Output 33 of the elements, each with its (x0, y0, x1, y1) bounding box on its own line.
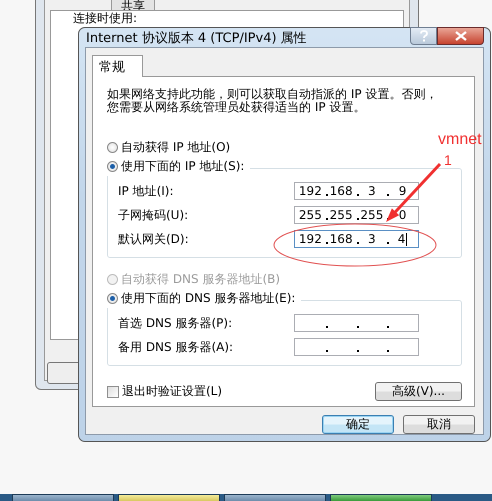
field-label: 默认网关(D): (118, 230, 190, 248)
description-text: 您需要从网络系统管理员处获得适当的 IP 设置。 (107, 101, 366, 114)
radio-button[interactable] (107, 161, 118, 172)
cancel-button[interactable]: 取消 (403, 415, 475, 434)
radio-label: 使用下面的 DNS 服务器地址(E): (121, 290, 296, 307)
help-icon (420, 30, 428, 42)
checkbox-label: 退出时验证设置(L) (122, 383, 222, 400)
tab[interactable]: 常规 (92, 55, 143, 77)
ip-field[interactable]: 192 168 3 4 (294, 230, 419, 248)
radio-label: 使用下面的 IP 地址(S): (121, 158, 244, 175)
ip-field[interactable]: 192 168 3 9 (294, 182, 419, 200)
window-title: Internet 协议版本 4 (TCP/IPv4) 属性 (86, 30, 307, 46)
label-text: 连接时使用: (73, 12, 138, 25)
ok-button[interactable]: 确定 (322, 415, 394, 434)
close-icon (454, 31, 466, 41)
checkbox[interactable] (107, 386, 119, 398)
help-button[interactable] (410, 27, 437, 45)
radio-button[interactable] (107, 142, 118, 153)
dns-field[interactable] (294, 314, 419, 332)
close-button[interactable] (437, 27, 484, 45)
radio-label: 自动获得 IP 地址(O) (121, 139, 230, 156)
annotation-text: 1 (444, 152, 452, 168)
field-label: 首选 DNS 服务器(P): (118, 314, 234, 332)
radio-label: 自动获得 DNS 服务器地址(B) (121, 271, 280, 288)
advanced-button[interactable]: 高级(V)... (375, 382, 462, 401)
field-label: 备用 DNS 服务器(A): (118, 338, 234, 356)
field-label: 子网掩码(U): (118, 206, 190, 224)
annotation-text: vmnet (438, 131, 482, 149)
ip-field[interactable]: 255 255 255 0 (294, 206, 419, 224)
dns-field[interactable] (294, 338, 419, 356)
description-text: 如果网络支持此功能，则可以获取自动指派的 IP 设置。否则， (107, 88, 438, 101)
field-label: IP 地址(I): (118, 182, 175, 200)
radio-button[interactable] (107, 293, 118, 304)
